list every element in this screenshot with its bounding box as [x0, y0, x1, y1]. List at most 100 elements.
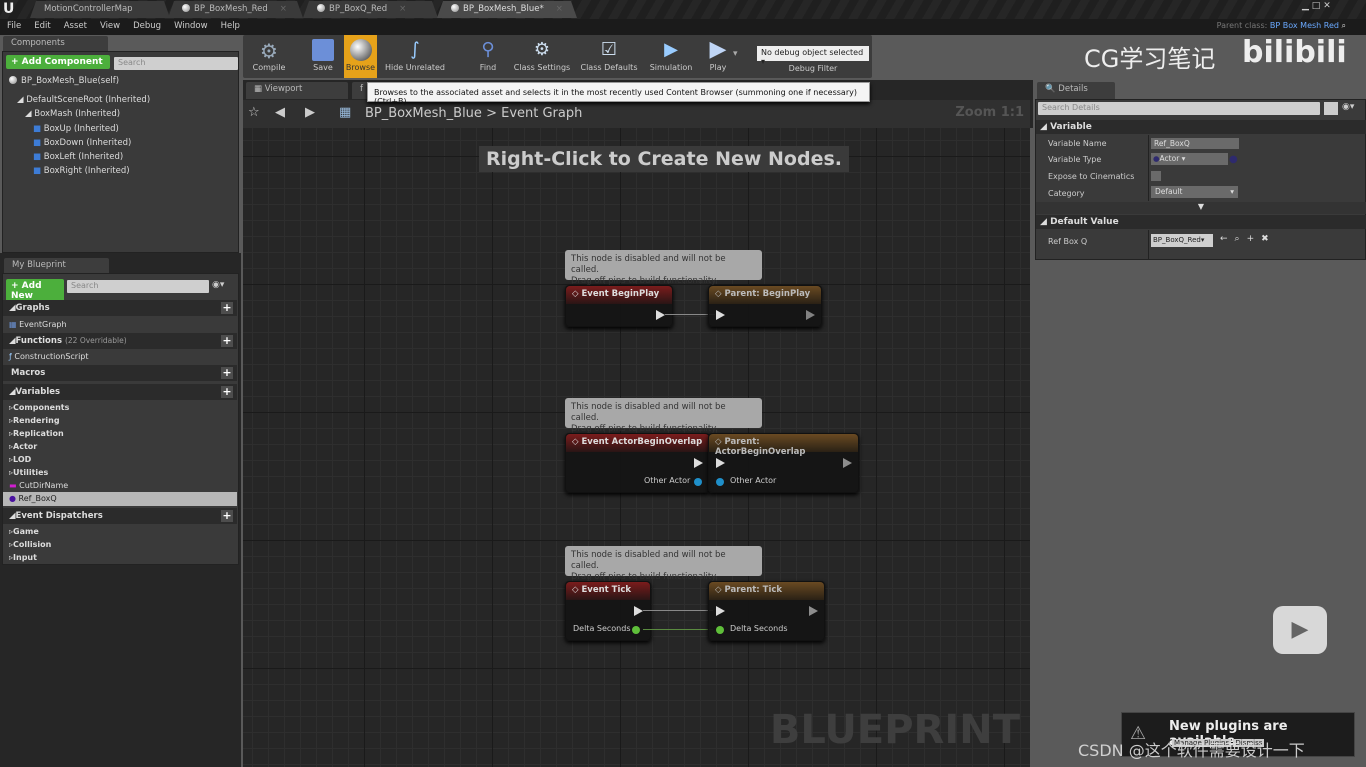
add-macro-button[interactable]: +	[221, 367, 233, 379]
exec-in-pin[interactable]	[716, 458, 725, 468]
section-macros[interactable]: Macros +	[3, 365, 237, 381]
window-controls[interactable]: ▁ □ ✕	[1302, 1, 1331, 11]
container-type-icon[interactable]: ●	[1229, 154, 1238, 165]
tab-my-blueprint[interactable]: My Blueprint	[4, 258, 109, 273]
variable-name-input[interactable]: Ref_BoxQ	[1151, 138, 1239, 149]
section-graphs[interactable]: ◢Graphs +	[3, 300, 237, 316]
tab-components[interactable]: Components	[3, 36, 108, 51]
exec-out-pin[interactable]	[809, 606, 818, 616]
forward-arrow-icon[interactable]: ▶	[305, 105, 315, 120]
graph-item-eventgraph[interactable]: ▦ EventGraph	[3, 318, 237, 331]
find-button[interactable]: ⚲ Find	[473, 35, 503, 78]
menu-edit[interactable]: Edit	[27, 19, 56, 31]
add-component-button[interactable]: + Add Component	[6, 55, 110, 69]
variable-item[interactable]: ▬ CutDirName	[3, 479, 237, 493]
variable-category[interactable]: ▹Replication	[3, 427, 237, 440]
variable-category[interactable]: ▹Actor	[3, 440, 237, 453]
float-out-pin[interactable]	[632, 626, 640, 634]
column-view-icon[interactable]	[1324, 102, 1338, 115]
class-defaults-button[interactable]: ☑ Class Defaults	[579, 35, 639, 78]
back-arrow-icon[interactable]: ◀	[275, 105, 285, 120]
browse-button[interactable]: Browse	[344, 35, 377, 78]
function-item[interactable]: ƒ ConstructionScript	[3, 350, 237, 363]
section-variable[interactable]: ◢ Variable	[1036, 120, 1366, 134]
ref-box-q-select[interactable]: BP_BoxQ_Red▾	[1151, 234, 1213, 247]
simulation-button[interactable]: ▶ Simulation	[647, 35, 695, 78]
component-item[interactable]: ■ BoxUp (Inherited)	[33, 124, 119, 134]
play-options-dropdown[interactable]: ▾	[733, 49, 738, 59]
close-icon[interactable]: ×	[280, 4, 287, 14]
maximize-icon[interactable]: □	[1312, 1, 1321, 11]
clear-icon[interactable]: ✖	[1261, 234, 1276, 244]
component-item[interactable]: ◢ DefaultSceneRoot (Inherited)	[17, 95, 150, 105]
add-dispatcher-button[interactable]: +	[221, 510, 233, 522]
object-in-pin[interactable]	[716, 478, 724, 486]
exec-out-pin[interactable]	[634, 606, 643, 616]
breadcrumb-root[interactable]: BP_BoxMesh_Blue	[365, 106, 482, 121]
section-functions[interactable]: ◢Functions (22 Overridable) +	[3, 333, 237, 349]
favorite-star-icon[interactable]: ☆	[248, 105, 260, 120]
float-in-pin[interactable]	[716, 626, 724, 634]
doc-tab-bp-boxq-red[interactable]: BP_BoxQ_Red ×	[303, 1, 438, 18]
tab-details[interactable]: 🔍 Details	[1037, 82, 1115, 99]
section-default-value[interactable]: ◢ Default Value	[1036, 215, 1366, 229]
component-item[interactable]: ■ BoxDown (Inherited)	[33, 138, 131, 148]
variable-category[interactable]: ▹Utilities	[3, 466, 237, 479]
menu-view[interactable]: View	[93, 19, 126, 31]
exec-out-pin[interactable]	[843, 458, 852, 468]
exec-out-pin[interactable]	[656, 310, 665, 320]
components-search-input[interactable]: Search	[114, 57, 238, 70]
search-icon[interactable]: ⌕	[1342, 21, 1346, 30]
menu-asset[interactable]: Asset	[57, 19, 93, 31]
add-graph-button[interactable]: +	[221, 302, 233, 314]
add-icon[interactable]: +	[1247, 234, 1262, 244]
category-select[interactable]: Default ▾	[1151, 186, 1238, 198]
variable-type-select[interactable]: ●Actor ▾	[1151, 153, 1228, 165]
node-event-actorbeginoverlap[interactable]: ◇ Event ActorBeginOverlap Other Actor	[565, 433, 710, 493]
use-selected-arrow-icon[interactable]: ←	[1220, 234, 1235, 244]
doc-tab-bp-boxmesh-blue[interactable]: BP_BoxMesh_Blue* ×	[437, 1, 577, 18]
save-button[interactable]: Save	[309, 35, 337, 78]
eye-view-options-icon[interactable]: ◉▾	[1342, 102, 1354, 112]
doc-tab-map[interactable]: MotionControllerMap	[30, 1, 170, 18]
variable-category[interactable]: ▹LOD	[3, 453, 237, 466]
component-item[interactable]: ■ BoxLeft (Inherited)	[33, 152, 123, 162]
node-event-beginplay[interactable]: ◇ Event BeginPlay	[565, 285, 673, 327]
parent-class-link[interactable]: BP Box Mesh Red	[1270, 21, 1339, 30]
expose-cinematics-checkbox[interactable]	[1151, 171, 1161, 181]
menu-window[interactable]: Window	[167, 19, 214, 31]
debug-object-select[interactable]: No debug object selected ▾	[757, 46, 869, 66]
exec-out-pin[interactable]	[806, 310, 815, 320]
minimize-icon[interactable]: ▁	[1302, 1, 1309, 11]
doc-tab-bp-boxmesh-red[interactable]: BP_BoxMesh_Red ×	[168, 1, 303, 18]
dispatcher-category[interactable]: ▹Input	[3, 551, 237, 564]
video-play-icon[interactable]: ▶	[1273, 606, 1327, 654]
close-window-icon[interactable]: ✕	[1323, 1, 1331, 11]
close-icon[interactable]: ×	[399, 4, 406, 14]
tab-viewport[interactable]: ▦ Viewport	[246, 82, 348, 99]
browse-search-icon[interactable]: ⌕	[1235, 234, 1247, 244]
add-variable-button[interactable]: +	[221, 386, 233, 398]
node-parent-tick[interactable]: ◇ Parent: Tick Delta Seconds	[708, 581, 825, 641]
expand-advanced-icon[interactable]: ▼	[1036, 202, 1366, 214]
object-out-pin[interactable]	[694, 478, 702, 486]
exec-in-pin[interactable]	[716, 606, 725, 616]
variable-item-selected[interactable]: ● Ref_BoxQ	[3, 492, 237, 506]
class-settings-button[interactable]: ⚙ Class Settings	[511, 35, 573, 78]
eye-view-options-icon[interactable]: ◉▾	[212, 280, 224, 290]
component-self[interactable]: BP_BoxMesh_Blue(self)	[9, 76, 119, 86]
menu-file[interactable]: File	[0, 19, 27, 31]
component-item[interactable]: ■ BoxRight (Inherited)	[33, 166, 130, 176]
menu-debug[interactable]: Debug	[126, 19, 167, 31]
compile-button[interactable]: ⚙ Compile	[245, 35, 293, 78]
event-graph-canvas[interactable]: Right-Click to Create New Nodes. BLUEPRI…	[243, 128, 1030, 767]
variable-category[interactable]: ▹Rendering	[3, 414, 237, 427]
exec-in-pin[interactable]	[716, 310, 725, 320]
section-variables[interactable]: ◢Variables +	[3, 384, 237, 400]
blueprint-search-input[interactable]: Search	[67, 280, 209, 293]
component-item[interactable]: ◢ BoxMash (Inherited)	[25, 109, 120, 119]
hide-unrelated-button[interactable]: ∫ Hide Unrelated	[383, 35, 447, 78]
details-search-input[interactable]: Search Details	[1038, 102, 1320, 115]
variable-category[interactable]: ▹Components	[3, 401, 237, 414]
section-event-dispatchers[interactable]: ◢Event Dispatchers +	[3, 508, 237, 524]
